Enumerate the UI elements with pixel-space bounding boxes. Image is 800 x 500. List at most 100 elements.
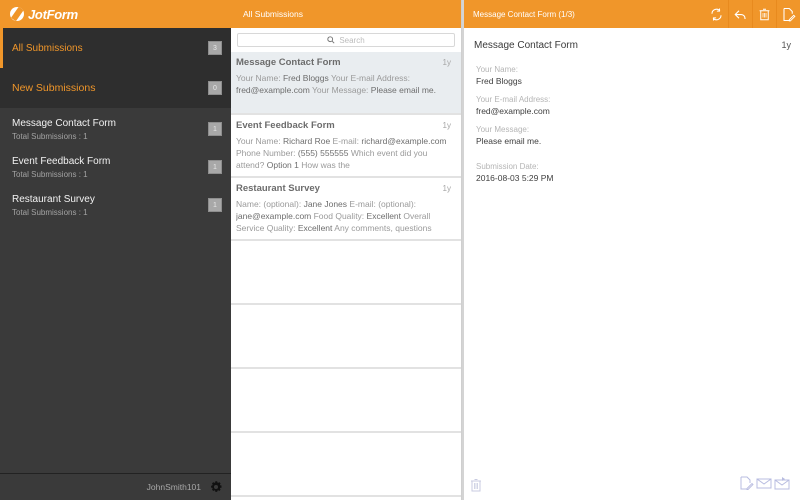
sidebar-item-form[interactable]: Event Feedback Form Total Submissions : … (0, 148, 231, 186)
preview-field-value: Please email me. (370, 85, 436, 95)
brand-name: JotForm (28, 6, 78, 22)
preview-field-value: richard@example.com (361, 136, 447, 146)
submission-preview: Your Name: Fred Bloggs Your E-mail Addre… (236, 72, 451, 108)
submission-fields: Your Name: Fred Bloggs Your E-mail Addre… (464, 51, 800, 183)
form-name: Event Feedback Form (12, 155, 111, 167)
delete-button[interactable] (752, 0, 776, 28)
jotform-logo-icon (10, 7, 24, 21)
submission-age: 1y (442, 58, 451, 67)
preview-field-value: Richard Roe (282, 136, 331, 146)
email-send-icon[interactable] (774, 476, 790, 490)
preview-field-label: Your Message: (309, 85, 371, 95)
detail-form-title: Message Contact Form (474, 40, 578, 51)
submission-age: 1y (442, 121, 451, 130)
empty-list-row (231, 369, 461, 433)
form-list: Message Contact Form Total Submissions :… (0, 110, 231, 224)
submission-title: Restaurant Survey (236, 183, 320, 194)
submission-title: Event Feedback Form (236, 120, 335, 131)
preview-field-label: Food Quality: (311, 211, 367, 221)
detail-age: 1y (781, 40, 791, 50)
preview-field-label: How was the (298, 160, 350, 170)
preview-field-label: Phone Number: (236, 148, 298, 158)
sidebar-header: JotForm (0, 0, 231, 28)
list-title: All Submissions (243, 9, 303, 19)
preview-field-value: (555) 555555 (297, 148, 349, 158)
submission-preview: Your Name: Richard Roe E-mail: richard@e… (236, 135, 451, 171)
list-item[interactable]: Message Contact Form 1y Your Name: Fred … (231, 52, 461, 115)
field-value: Fred Bloggs (476, 76, 522, 86)
submission-detail-pane: Message Contact Form (1/3) Message Conta… (462, 0, 800, 500)
list-item[interactable]: Event Feedback Form 1y Your Name: Richar… (231, 115, 461, 178)
preview-field-label: Your Name: (236, 73, 283, 83)
refresh-icon (710, 8, 722, 20)
preview-field-label: E-mail: (330, 136, 362, 146)
sidebar-item-all-submissions[interactable]: All Submissions 3 (0, 28, 231, 68)
detail-header: Message Contact Form (1/3) (464, 0, 800, 28)
username: JohnSmith101 (146, 482, 201, 492)
submission-age: 1y (442, 184, 451, 193)
refresh-button[interactable] (704, 0, 728, 28)
form-submission-total: Total Submissions : 1 (12, 169, 88, 179)
trash-icon[interactable] (470, 478, 482, 492)
preview-field-value: Excellent (366, 211, 402, 221)
submission-title: Message Contact Form (236, 57, 341, 68)
detail-footer-actions (738, 476, 790, 490)
preview-field-value: fred@example.com (236, 85, 310, 95)
sidebar-item-label: New Submissions (12, 82, 96, 94)
submission-list-pane: All Submissions Search Message Contact F… (231, 0, 462, 500)
form-submission-total: Total Submissions : 1 (12, 207, 88, 217)
field-label: Your E-mail Address: (476, 95, 551, 104)
search-icon (327, 36, 335, 44)
email-icon[interactable] (756, 476, 772, 490)
reply-button[interactable] (728, 0, 752, 28)
sidebar-item-form[interactable]: Message Contact Form Total Submissions :… (0, 110, 231, 148)
count-badge: 1 (208, 122, 222, 136)
preview-field-value: Option 1 (266, 160, 299, 170)
empty-list-row (231, 305, 461, 369)
submission-preview: Name: (optional): Jane Jones E-mail: (op… (236, 198, 451, 234)
form-name: Message Contact Form (12, 117, 116, 129)
detail-header-title: Message Contact Form (1/3) (473, 9, 575, 19)
preview-field-value: Fred Bloggs (282, 73, 329, 83)
list-item[interactable]: Restaurant Survey 1y Name: (optional): J… (231, 178, 461, 241)
preview-field-label: E-mail: (optional): (347, 199, 417, 209)
field-value: 2016-08-03 5:29 PM (476, 173, 554, 183)
preview-field-label: Your Name: (236, 136, 283, 146)
gear-icon[interactable] (209, 480, 223, 494)
preview-field-label: Name: (optional): (236, 199, 304, 209)
field-message: Your Message: Please email me. (476, 125, 790, 146)
count-badge: 3 (208, 41, 222, 55)
field-label: Submission Date: (476, 162, 539, 171)
count-badge: 0 (208, 81, 222, 95)
count-badge: 1 (208, 160, 222, 174)
brand-logo: JotForm (10, 7, 78, 22)
sidebar-item-new-submissions[interactable]: New Submissions 0 (0, 68, 231, 108)
trash-icon (759, 8, 770, 20)
preview-field-value: Jane Jones (303, 199, 348, 209)
reply-icon (734, 9, 746, 19)
form-name: Restaurant Survey (12, 193, 95, 205)
sidebar-item-label: All Submissions (12, 42, 83, 54)
count-badge: 1 (208, 198, 222, 212)
field-email: Your E-mail Address: fred@example.com (476, 95, 790, 116)
field-value: Please email me. (476, 136, 542, 146)
detail-toolbar (704, 0, 800, 28)
edit-document-icon[interactable] (738, 476, 754, 490)
search-input[interactable]: Search (237, 33, 455, 47)
preview-field-value: Excellent (297, 223, 333, 233)
form-submission-total: Total Submissions : 1 (12, 131, 88, 141)
sidebar-footer: JohnSmith101 (0, 473, 231, 500)
field-submission-date: Submission Date: 2016-08-03 5:29 PM (476, 162, 790, 183)
field-value: fred@example.com (476, 106, 550, 116)
sidebar-item-form[interactable]: Restaurant Survey Total Submissions : 1 … (0, 186, 231, 224)
field-label: Your Name: (476, 65, 518, 74)
field-label: Your Message: (476, 125, 530, 134)
field-your-name: Your Name: Fred Bloggs (476, 65, 790, 86)
empty-list-row (231, 241, 461, 305)
edit-button[interactable] (776, 0, 800, 28)
search-placeholder: Search (339, 35, 365, 45)
empty-list-row (231, 433, 461, 497)
preview-field-label: Your E-mail Address: (328, 73, 411, 83)
list-header: All Submissions (231, 0, 461, 28)
edit-document-icon (783, 7, 796, 21)
